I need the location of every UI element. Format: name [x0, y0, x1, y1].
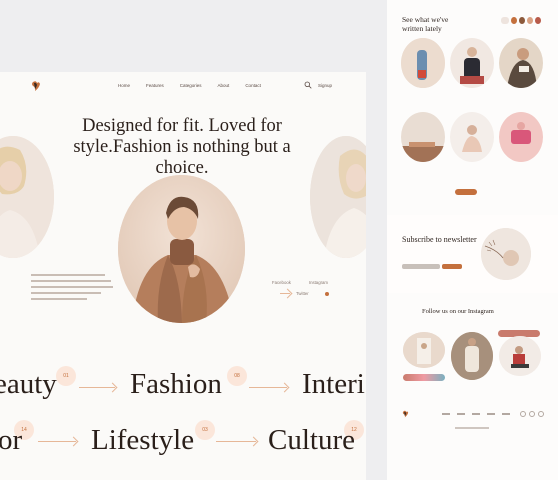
instagram-title: Follow us on our Instagram — [422, 308, 494, 315]
instagram-strip — [403, 374, 445, 381]
facebook-icon[interactable] — [520, 411, 526, 417]
footer-link[interactable] — [457, 413, 465, 415]
category-badge: 01 — [56, 366, 76, 386]
instagram-icon[interactable] — [538, 411, 544, 417]
footer-social-icons — [520, 411, 544, 417]
category-badge: 08 — [227, 366, 247, 386]
blog-page-mockup: See what we've written lately Subscribe … — [387, 0, 558, 480]
twitter-link[interactable]: Twitter — [296, 291, 309, 296]
nav-about[interactable]: About — [218, 83, 230, 88]
blog-thumb[interactable] — [499, 112, 543, 162]
blog-thumb[interactable] — [450, 112, 494, 162]
arrow-icon — [38, 441, 76, 442]
avatar — [527, 17, 534, 24]
arrow-icon — [249, 387, 287, 388]
category-interior[interactable]: Interi — [302, 368, 365, 401]
blog-nav-arrows — [501, 17, 541, 24]
category-culture[interactable]: Culture — [268, 424, 355, 457]
subscribe-title: Subscribe to newsletter — [402, 235, 477, 244]
instagram-photo[interactable] — [403, 332, 445, 368]
model-photo-right — [310, 136, 366, 258]
blog-thumb[interactable] — [499, 38, 543, 88]
brand-logo[interactable] — [402, 410, 409, 418]
flower-image — [481, 228, 531, 280]
footer-link[interactable] — [442, 413, 450, 415]
avatar — [535, 17, 541, 24]
category-badge: 03 — [195, 420, 215, 440]
arrow-icon — [280, 293, 290, 294]
instagram-photo[interactable] — [499, 336, 541, 376]
footer-links — [442, 413, 510, 415]
category-fashion[interactable]: Fashion — [130, 368, 222, 401]
facebook-link[interactable]: Facebook — [272, 280, 291, 285]
arrow-icon — [79, 387, 115, 388]
nav-links: Home Features Categories About Contact — [118, 83, 261, 88]
category-beauty[interactable]: eauty — [0, 368, 57, 401]
subscribe-button[interactable] — [442, 264, 462, 269]
nav-contact[interactable]: Contact — [245, 83, 261, 88]
avatar — [511, 17, 518, 24]
model-photo-left — [0, 136, 54, 258]
twitter-icon[interactable] — [529, 411, 535, 417]
footer-link[interactable] — [502, 413, 510, 415]
hero-description — [31, 274, 117, 304]
arrow-icon — [216, 441, 256, 442]
nav-categories[interactable]: Categories — [180, 83, 202, 88]
site-footer — [387, 400, 558, 444]
category-decor[interactable]: or — [0, 424, 22, 457]
category-lifestyle[interactable]: Lifestyle — [91, 424, 194, 457]
subscribe-section: Subscribe to newsletter — [387, 215, 558, 293]
blog-thumb[interactable] — [450, 38, 494, 88]
top-nav: Home Features Categories About Contact S… — [0, 72, 366, 98]
nav-home[interactable]: Home — [118, 83, 130, 88]
view-more-button[interactable] — [455, 189, 477, 195]
email-field[interactable] — [402, 264, 440, 269]
blog-caption — [397, 92, 449, 97]
nav-features[interactable]: Features — [146, 83, 164, 88]
instagram-link[interactable]: Instagram — [309, 280, 328, 285]
hero-model-photo — [118, 175, 245, 323]
hero-title: Designed for fit. Loved for style.Fashio… — [73, 116, 291, 178]
social-links: Facebook Instagram Twitter — [272, 280, 329, 302]
prev-arrow-icon[interactable] — [501, 17, 510, 24]
blog-section-title: See what we've written lately — [402, 15, 449, 33]
main-page-mockup: Home Features Categories About Contact S… — [0, 72, 366, 480]
copyright-text — [455, 427, 489, 429]
avatar — [519, 17, 526, 24]
signup-link[interactable]: Signup — [318, 83, 332, 88]
brand-logo[interactable] — [31, 80, 41, 92]
instagram-photo[interactable] — [451, 332, 493, 380]
footer-link[interactable] — [487, 413, 495, 415]
blog-thumb[interactable] — [401, 112, 445, 162]
search-icon[interactable] — [304, 81, 312, 89]
blog-thumb[interactable] — [401, 38, 445, 88]
footer-link[interactable] — [472, 413, 480, 415]
dot-icon — [324, 291, 329, 296]
